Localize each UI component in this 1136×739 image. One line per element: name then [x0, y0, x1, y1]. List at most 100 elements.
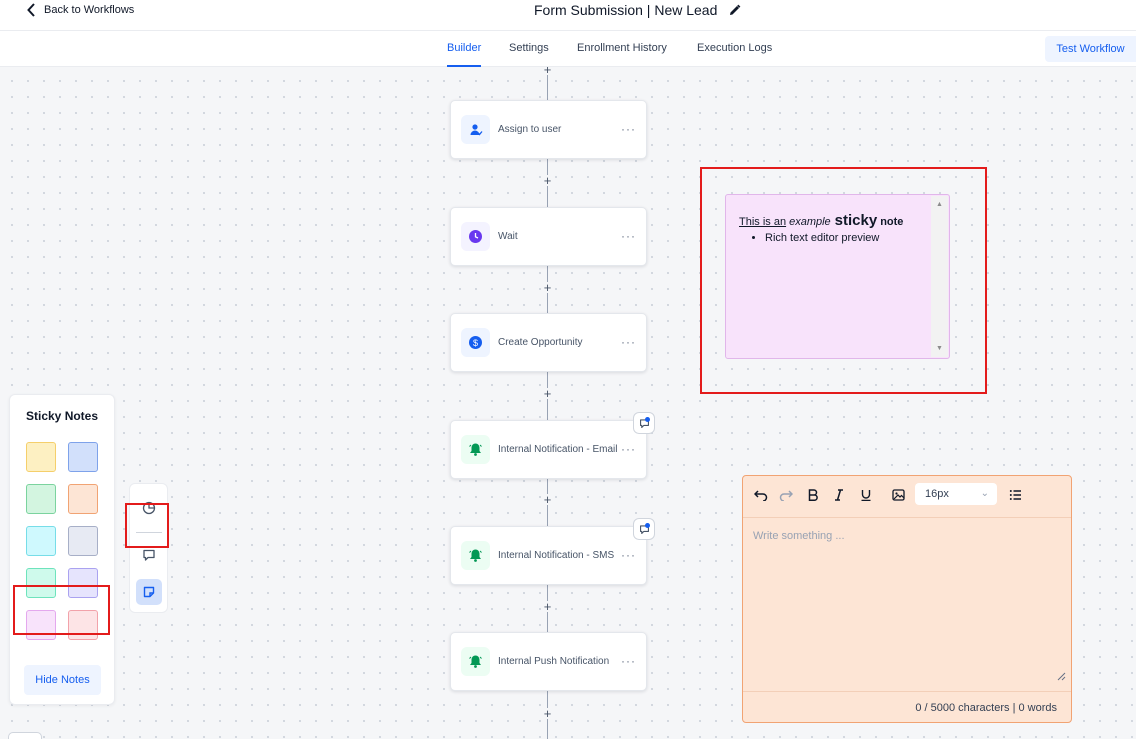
tab-execution-logs[interactable]: Execution Logs	[697, 41, 772, 67]
add-step-button[interactable]: +	[542, 387, 553, 400]
pie-chart-icon	[142, 501, 156, 515]
color-swatch[interactable]	[26, 442, 56, 472]
sticky-notes-title: Sticky Notes	[26, 409, 99, 423]
sticky-underlined-text: This is an	[739, 216, 787, 228]
pencil-icon[interactable]	[729, 4, 741, 16]
add-step-button[interactable]: +	[542, 281, 553, 294]
tab-builder[interactable]: Builder	[447, 41, 482, 67]
top-bar: Back to Workflows Form Submission | New …	[0, 0, 1136, 31]
redo-icon	[779, 490, 793, 501]
add-step-button[interactable]: +	[542, 67, 553, 76]
tab-bar: Builder Settings Enrollment History Exec…	[0, 31, 1136, 67]
sticky-note-icon	[143, 586, 155, 598]
more-options-icon[interactable]: ···	[621, 549, 636, 561]
workflow-node[interactable]: Internal Notification - Email ···	[450, 412, 655, 479]
node-label: Internal Push Notification	[498, 656, 610, 667]
sticky-italic-text: example	[789, 216, 831, 228]
sticky-note-content: This is an example sticky note Rich text…	[739, 212, 929, 244]
sticky-note-preview[interactable]: ▲ ▼ This is an example sticky note Rich …	[725, 194, 950, 359]
character-count: 0 / 5000 characters | 0 words	[915, 702, 1057, 714]
chevron-down-icon: ⌄	[980, 488, 989, 499]
bold-icon	[808, 489, 818, 501]
add-step-button[interactable]: +	[542, 493, 553, 506]
workflow-node[interactable]: Wait ···	[450, 207, 647, 266]
font-size-value: 16px	[925, 488, 949, 500]
back-link-label: Back to Workflows	[44, 4, 135, 16]
editor-text-area[interactable]	[743, 518, 1071, 691]
sticky-bold-text: note	[880, 216, 904, 228]
comment-icon	[143, 549, 155, 561]
dollar-icon: $	[461, 328, 490, 357]
redo-button[interactable]	[776, 485, 796, 505]
comment-badge-icon[interactable]	[633, 412, 655, 434]
add-step-button[interactable]: +	[542, 600, 553, 613]
svg-text:$: $	[473, 338, 478, 348]
canvas-toolbar	[129, 483, 168, 613]
editor-toolbar: 16px ⌄	[743, 476, 1071, 518]
more-options-icon[interactable]: ···	[621, 336, 636, 348]
comment-badge-icon[interactable]	[633, 518, 655, 540]
undo-button[interactable]	[751, 485, 771, 505]
underline-icon	[861, 490, 871, 501]
font-size-select[interactable]: 16px ⌄	[915, 483, 997, 505]
list-icon	[1009, 490, 1021, 500]
add-step-button[interactable]: +	[542, 174, 553, 187]
sticky-large-bold-text: sticky	[834, 212, 878, 229]
more-options-icon[interactable]: ···	[621, 443, 636, 455]
italic-icon	[835, 489, 843, 501]
color-swatch[interactable]	[26, 484, 56, 514]
toolbar-divider	[136, 532, 162, 533]
scroll-up-icon[interactable]: ▲	[936, 201, 943, 208]
more-options-icon[interactable]: ···	[621, 123, 636, 135]
color-swatch[interactable]	[68, 568, 98, 598]
bell-icon	[461, 647, 490, 676]
sticky-notes-panel: Sticky Notes Hide Notes	[9, 394, 115, 705]
zoom-control[interactable]	[8, 732, 42, 739]
resize-handle-icon[interactable]	[1056, 671, 1066, 681]
underline-button[interactable]	[856, 485, 876, 505]
bell-icon	[461, 541, 490, 570]
chevron-left-icon	[27, 3, 35, 17]
color-swatch[interactable]	[68, 484, 98, 514]
scroll-down-icon[interactable]: ▼	[936, 345, 943, 352]
insert-image-button[interactable]	[888, 485, 908, 505]
tab-settings[interactable]: Settings	[509, 41, 549, 67]
comment-button[interactable]	[136, 542, 162, 568]
color-swatch[interactable]	[68, 442, 98, 472]
color-swatch[interactable]	[26, 610, 56, 640]
color-swatch[interactable]	[26, 526, 56, 556]
hide-notes-button[interactable]: Hide Notes	[24, 665, 101, 695]
assign-user-icon	[461, 115, 490, 144]
editor-placeholder: Write something ...	[753, 530, 845, 542]
tab-enrollment-history[interactable]: Enrollment History	[577, 41, 667, 67]
workflow-node[interactable]: $ Create Opportunity ···	[450, 313, 647, 372]
color-swatch[interactable]	[68, 526, 98, 556]
workflow-canvas[interactable]: + + + + + + + Assign to user ··· Wait ··· $ Create O…	[0, 67, 1136, 739]
sticky-note-button[interactable]	[136, 579, 162, 605]
workflow-node[interactable]: Assign to user ···	[450, 100, 647, 159]
undo-icon	[754, 490, 768, 501]
italic-button[interactable]	[829, 485, 849, 505]
editor-footer: 0 / 5000 characters | 0 words	[743, 691, 1071, 722]
workflow-node[interactable]: Internal Push Notification ···	[450, 632, 647, 691]
bold-button[interactable]	[803, 485, 823, 505]
node-label: Wait	[498, 231, 518, 242]
node-label: Create Opportunity	[498, 337, 583, 348]
image-icon	[891, 489, 905, 501]
add-step-button[interactable]: +	[542, 707, 553, 720]
back-to-workflows-link[interactable]: Back to Workflows	[26, 2, 134, 18]
workflow-node[interactable]: Internal Notification - SMS ···	[450, 518, 655, 585]
clock-icon	[461, 222, 490, 251]
sticky-note-editor: 16px ⌄ Write something ... 0 / 5000 char…	[742, 475, 1072, 723]
test-workflow-button[interactable]: Test Workflow	[1045, 36, 1136, 62]
bullet-list-button[interactable]	[1005, 485, 1025, 505]
bell-icon	[461, 435, 490, 464]
node-label: Internal Notification - SMS	[498, 550, 615, 561]
sticky-bullet-item: Rich text editor preview	[765, 232, 929, 244]
color-swatch[interactable]	[68, 610, 98, 640]
stats-button[interactable]	[136, 495, 162, 521]
sticky-scrollbar[interactable]: ▲ ▼	[931, 196, 948, 357]
color-swatch[interactable]	[26, 568, 56, 598]
more-options-icon[interactable]: ···	[621, 655, 636, 667]
more-options-icon[interactable]: ···	[621, 230, 636, 242]
